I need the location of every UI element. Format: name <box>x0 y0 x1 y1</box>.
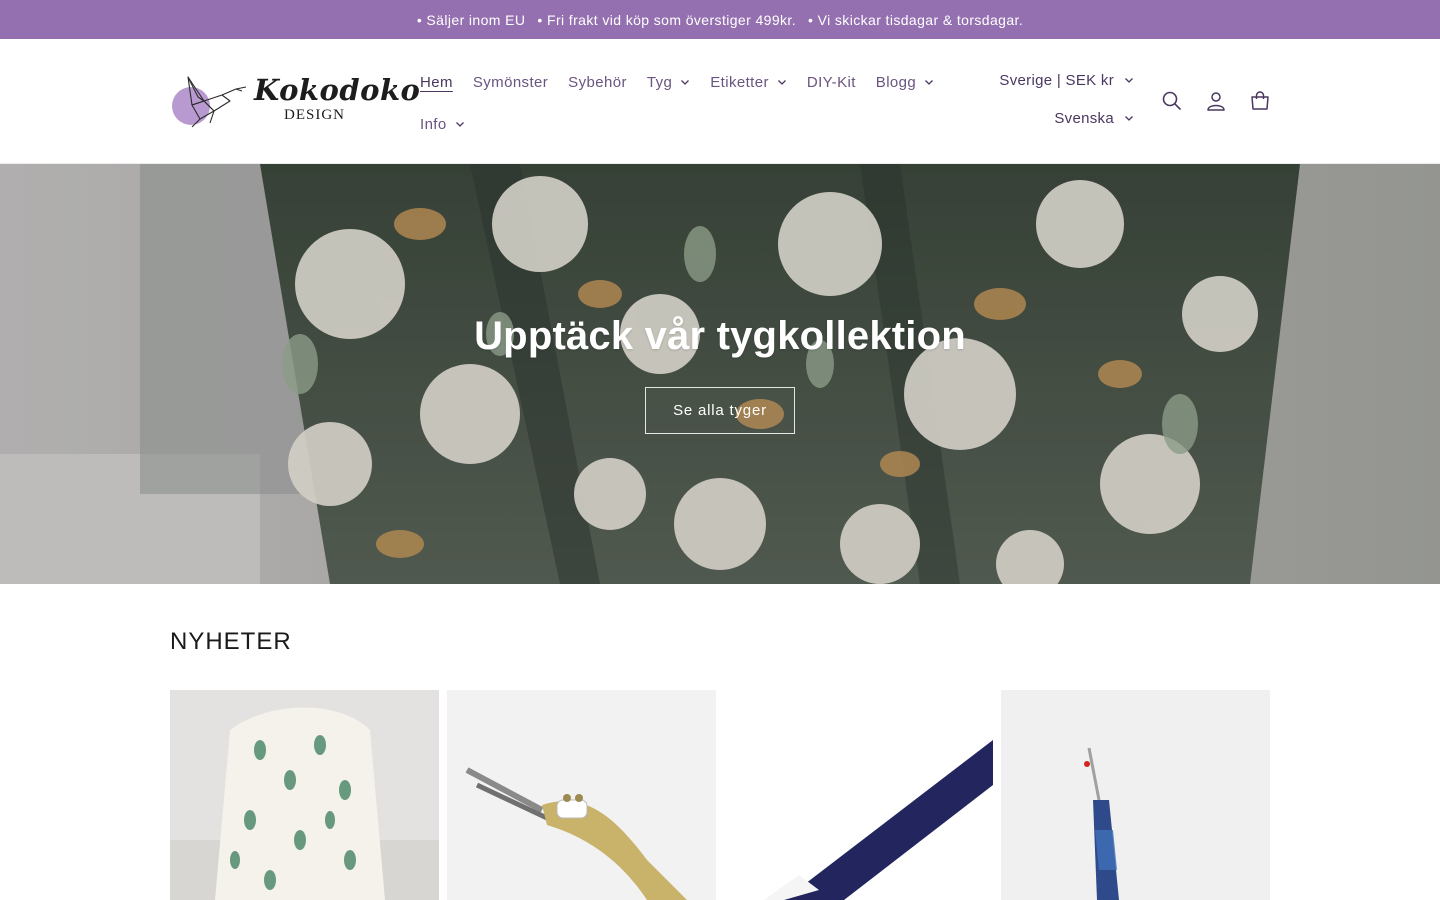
nav-row: Info <box>410 103 950 145</box>
account-icon <box>1207 92 1225 111</box>
cart-icon <box>1251 91 1269 110</box>
chevron-down-icon <box>777 80 786 85</box>
nav-item-sybehor[interactable]: Sybehör <box>558 74 637 91</box>
product-card-fabric[interactable] <box>170 690 439 900</box>
hero-banner: Upptäck vår tygkollektion Se alla tyger <box>0 164 1440 584</box>
announcement-bar: • Säljer inom EU • Fri frakt vid köp som… <box>0 0 1440 39</box>
announcement-item: • Fri frakt vid köp som överstiger 499kr… <box>537 11 797 28</box>
nav-item-label: Etiketter <box>710 73 769 91</box>
announcement-item: • Säljer inom EU <box>416 11 526 28</box>
crane-icon <box>187 76 247 128</box>
hero-title: Upptäck vår tygkollektion <box>474 314 966 358</box>
language-selector[interactable]: Svenska <box>999 99 1134 137</box>
product-image-seam-ripper <box>1001 690 1270 900</box>
search-icon <box>1162 91 1182 111</box>
nav-item-label: Sybehör <box>568 73 627 91</box>
product-card-scissors[interactable] <box>447 690 716 900</box>
logo-title: Kokodoko <box>254 73 421 107</box>
product-card-seam-ripper[interactable] <box>1001 690 1270 900</box>
chevron-down-icon <box>1125 78 1133 83</box>
chevron-down-icon <box>925 80 934 85</box>
nav-item-tyg[interactable]: Tyg <box>637 74 700 91</box>
chevron-down-icon <box>1125 116 1133 121</box>
search-button[interactable] <box>1150 83 1194 119</box>
nav-item-diy-kit[interactable]: DIY-Kit <box>797 74 866 91</box>
hero-fabric-image <box>0 164 1440 584</box>
product-grid <box>170 690 1270 900</box>
nav-item-label: Tyg <box>646 73 673 91</box>
site-header: Kokodoko DESIGN Hem Symönster Sybehör Ty… <box>0 39 1440 164</box>
product-image-glue-marker <box>724 690 993 900</box>
product-image-leaf-fabric <box>170 690 439 900</box>
logo[interactable]: Kokodoko DESIGN <box>170 69 420 133</box>
nav-item-label: Info <box>420 115 447 133</box>
account-button[interactable] <box>1194 83 1238 119</box>
country-selector-label: Sverige | SEK kr <box>999 71 1114 89</box>
nav-item-label: Blogg <box>875 73 917 91</box>
nav-item-label: Symönster <box>472 73 549 91</box>
see-all-fabrics-button[interactable]: Se alla tyger <box>645 387 795 434</box>
nav-item-label: Hem <box>420 73 453 91</box>
nav-item-label: DIY-Kit <box>806 73 856 91</box>
chevron-down-icon <box>681 80 690 85</box>
nav-item-info[interactable]: Info <box>410 116 475 133</box>
country-selector[interactable]: Sverige | SEK kr <box>999 61 1134 99</box>
cart-button[interactable] <box>1238 83 1282 119</box>
product-image-thread-snips <box>447 690 716 900</box>
locale-selectors: Sverige | SEK kr Svenska <box>999 61 1134 137</box>
nav-item-etiketter[interactable]: Etiketter <box>700 74 797 91</box>
nav-item-symonster[interactable]: Symönster <box>463 74 558 91</box>
nav-item-blogg[interactable]: Blogg <box>866 74 944 91</box>
nav-item-hem[interactable]: Hem <box>410 74 463 91</box>
language-selector-label: Svenska <box>1054 109 1114 127</box>
header-icons <box>1150 83 1282 119</box>
chevron-down-icon <box>455 122 464 127</box>
announcement-item: • Vi skickar tisdagar & torsdagar. <box>808 11 1024 28</box>
logo-subtitle: DESIGN <box>284 107 345 123</box>
main-navigation: Hem Symönster Sybehör Tyg Etiketter DIY-… <box>410 61 950 145</box>
product-card-glue-marker[interactable] <box>724 690 993 900</box>
new-products-title: NYHETER <box>170 628 292 655</box>
nav-row: Hem Symönster Sybehör Tyg Etiketter DIY-… <box>410 61 950 103</box>
